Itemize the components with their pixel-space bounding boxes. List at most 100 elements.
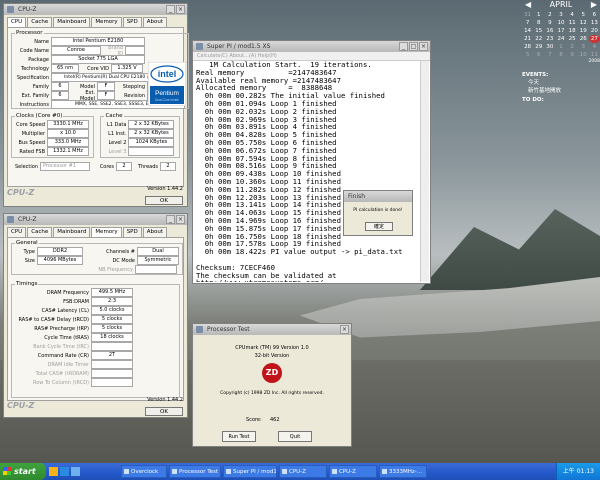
calendar-day[interactable]: 12 <box>578 19 589 27</box>
taskbar-item-cpuz-1[interactable]: CPU-Z <box>279 465 327 478</box>
tab-mainboard[interactable]: Mainboard <box>53 227 91 237</box>
calendar-day[interactable]: 8 <box>555 51 566 59</box>
calendar-day[interactable]: 14 <box>522 27 533 35</box>
calendar-day[interactable]: 24 <box>555 35 566 43</box>
tab-mainboard[interactable]: Mainboard <box>53 17 91 27</box>
title-bar[interactable]: Processor Test × <box>193 324 351 335</box>
tab-about[interactable]: About <box>142 17 167 27</box>
calendar-day[interactable]: 2 <box>567 43 578 51</box>
calendar-day[interactable]: 4 <box>567 11 578 19</box>
calendar-day[interactable]: 26 <box>578 35 589 43</box>
cpuz-cpu-window[interactable]: CPU-Z _ × CPU Cache Mainboard Memory SPD … <box>3 3 189 207</box>
maximize-button[interactable]: □ <box>409 42 418 51</box>
next-month-icon[interactable]: ▶ <box>591 0 597 9</box>
processor-test-window[interactable]: Processor Test × CPUmark (TM) 99 Version… <box>192 323 352 447</box>
tab-cache[interactable]: Cache <box>27 227 53 237</box>
taskbar-item-image[interactable]: 3333MHz-... <box>379 465 427 478</box>
calendar-gadget[interactable]: ◀ APRIL ▶ 31 1 2 3 4 5 6 7 8 9 10 11 12 13 14 15 16 17 18 1… <box>522 0 600 70</box>
calendar-day[interactable]: 21 <box>522 35 533 43</box>
calendar-day[interactable]: 13 <box>589 19 600 27</box>
processor-select[interactable]: Processor #1 <box>40 162 90 171</box>
calendar-day[interactable]: 10 <box>578 51 589 59</box>
taskbar-item-overclock[interactable]: Overclock <box>121 465 167 478</box>
calendar-day[interactable]: 16 <box>544 27 555 35</box>
minimize-button[interactable]: _ <box>166 215 175 224</box>
taskbar-item-superpi[interactable]: Super PI / mod1.5 ... <box>223 465 277 478</box>
calendar-day[interactable]: 28 <box>522 43 533 51</box>
intel-pentium-logo: intel Pentium Dual-Core Inside <box>148 62 186 106</box>
close-button[interactable]: × <box>419 42 428 51</box>
close-button[interactable]: × <box>340 325 349 334</box>
calendar-grid[interactable]: 31 1 2 3 4 5 6 7 8 9 10 11 12 13 14 15 16 17 18 19 20 21 22 23 2… <box>522 11 600 59</box>
quicklaunch-folder-icon[interactable] <box>49 467 58 476</box>
calendar-day[interactable]: 18 <box>567 27 578 35</box>
tab-spd[interactable]: SPD <box>122 17 142 27</box>
calendar-day[interactable]: 31 <box>522 11 533 19</box>
cpuz-memory-window[interactable]: CPU-Z _ × CPU Cache Mainboard Memory SPD … <box>3 213 188 418</box>
superpi-menu-bar[interactable]: Calculate(C) About...(A) Help(H) <box>193 52 430 61</box>
tab-about[interactable]: About <box>142 227 167 237</box>
calendar-day[interactable]: 25 <box>567 35 578 43</box>
prev-month-icon[interactable]: ◀ <box>525 0 531 9</box>
calendar-day[interactable]: 9 <box>567 51 578 59</box>
calendar-day[interactable]: 1 <box>533 11 544 19</box>
calendar-day[interactable]: 3 <box>555 11 566 19</box>
calendar-day[interactable]: 9 <box>544 19 555 27</box>
close-button[interactable]: × <box>176 215 185 224</box>
calendar-day[interactable]: 11 <box>567 19 578 27</box>
events-item[interactable]: 新竹基地開放 <box>522 86 600 94</box>
tab-spd[interactable]: SPD <box>122 227 142 237</box>
calendar-day[interactable]: 1 <box>555 43 566 51</box>
confirm-button[interactable]: 確定 <box>365 222 393 231</box>
calendar-day[interactable]: 20 <box>589 27 600 35</box>
calendar-day[interactable]: 5 <box>578 11 589 19</box>
calendar-day[interactable]: 27 <box>588 35 600 43</box>
calendar-month: APRIL <box>549 0 573 9</box>
calendar-day[interactable]: 6 <box>533 51 544 59</box>
calendar-day[interactable]: 8 <box>533 19 544 27</box>
calendar-day[interactable]: 7 <box>522 19 533 27</box>
calendar-day[interactable]: 15 <box>533 27 544 35</box>
calendar-day[interactable]: 19 <box>578 27 589 35</box>
ok-button[interactable]: OK <box>145 196 183 205</box>
technology-label: Technology <box>20 65 49 72</box>
calendar-day[interactable]: 11 <box>589 51 600 59</box>
tab-cpu[interactable]: CPU <box>7 17 27 27</box>
calendar-day[interactable]: 22 <box>533 35 544 43</box>
calendar-day[interactable]: 17 <box>555 27 566 35</box>
calendar-day[interactable]: 2 <box>544 11 555 19</box>
calendar-day[interactable]: 6 <box>589 11 600 19</box>
taskbar-item-cpuz-2[interactable]: CPU-Z <box>329 465 377 478</box>
calendar-day[interactable]: 3 <box>578 43 589 51</box>
ok-button[interactable]: OK <box>145 407 183 416</box>
quicklaunch-desktop-icon[interactable] <box>71 467 80 476</box>
title-bar[interactable]: CPU-Z _ × <box>4 4 187 15</box>
title-bar[interactable]: Finish <box>344 191 412 202</box>
tab-cpu[interactable]: CPU <box>7 227 27 237</box>
calendar-day[interactable]: 29 <box>533 43 544 51</box>
calendar-day[interactable]: 7 <box>544 51 555 59</box>
minimize-button[interactable]: _ <box>166 5 175 14</box>
superpi-window[interactable]: Super PI / mod1.5 XS _ □ × Calculate(C) Ab… <box>192 40 431 284</box>
title-bar[interactable]: CPU-Z _ × <box>4 214 187 225</box>
start-button[interactable]: start <box>0 463 46 480</box>
calendar-day[interactable]: 4 <box>589 43 600 51</box>
calendar-day[interactable]: 30 <box>544 43 555 51</box>
finish-dialog[interactable]: Finish PI calculation is done! 確定 <box>343 190 413 236</box>
taskbar-item-processor-test[interactable]: Processor Test <box>169 465 221 478</box>
tab-memory[interactable]: Memory <box>91 227 122 237</box>
tab-memory[interactable]: Memory <box>91 17 122 27</box>
minimize-button[interactable]: _ <box>399 42 408 51</box>
quicklaunch-ie-icon[interactable] <box>60 467 69 476</box>
product-name: CPUmark (TM) 99 Version 1.0 <box>235 345 309 351</box>
calendar-day[interactable]: 23 <box>544 35 555 43</box>
title-bar[interactable]: Super PI / mod1.5 XS _ □ × <box>193 41 430 52</box>
calendar-day[interactable]: 10 <box>555 19 566 27</box>
quit-button[interactable]: Quit <box>278 431 312 442</box>
system-tray-clock[interactable]: 上午 01:13 <box>555 463 600 480</box>
close-button[interactable]: × <box>176 5 185 14</box>
vertical-scrollbar[interactable] <box>420 61 429 282</box>
calendar-day[interactable]: 5 <box>522 51 533 59</box>
tab-cache[interactable]: Cache <box>27 17 53 27</box>
run-test-button[interactable]: Run Test <box>222 431 256 442</box>
